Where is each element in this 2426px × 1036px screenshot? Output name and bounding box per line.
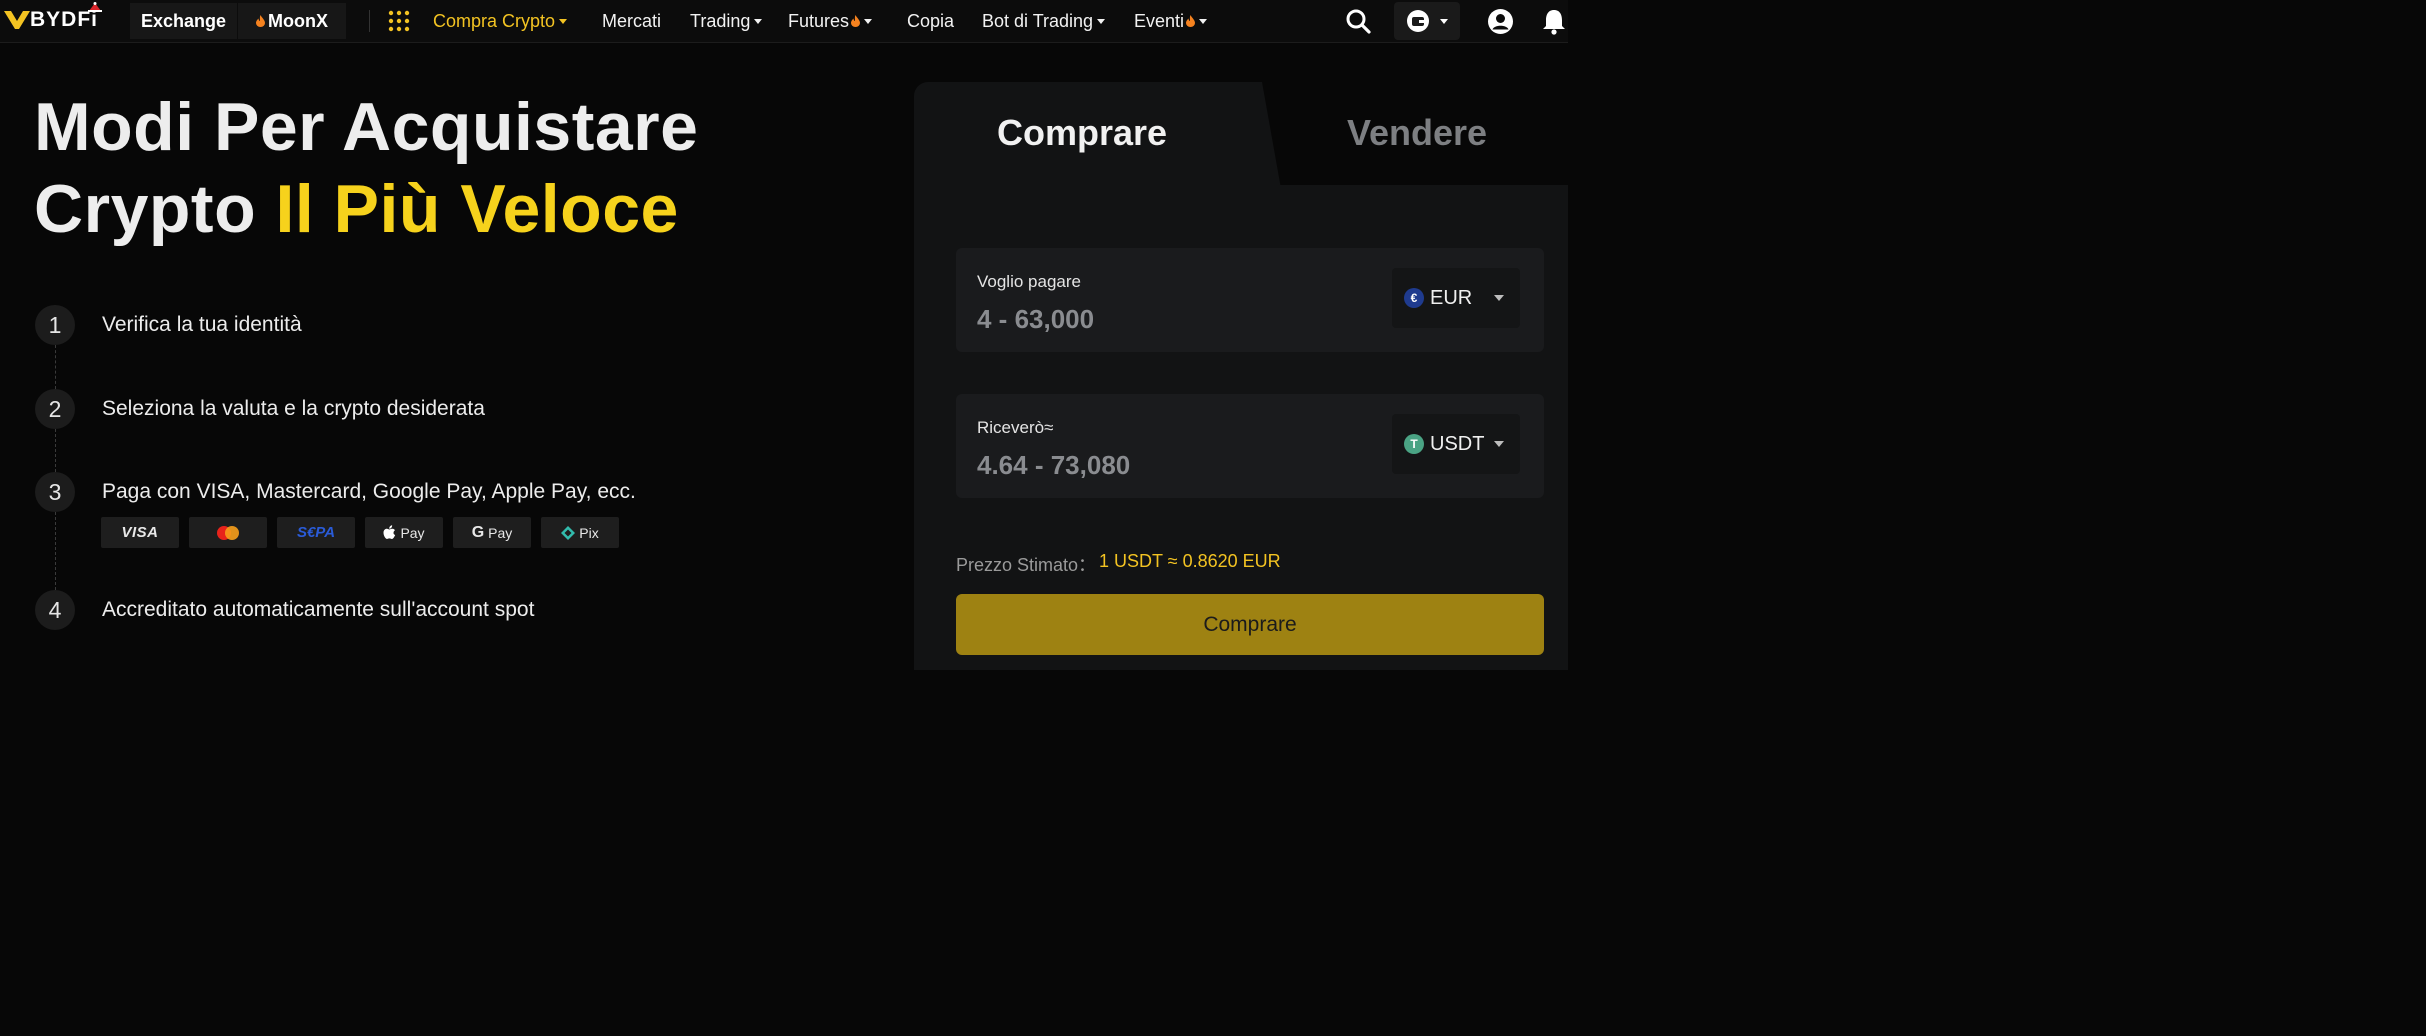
apps-grid-icon[interactable] bbox=[388, 10, 410, 32]
nav-eventi-label: Eventi bbox=[1134, 10, 1185, 31]
moonx-pill[interactable]: MoonX bbox=[238, 3, 346, 39]
step-connector bbox=[55, 512, 56, 590]
nav-futures-label: Futures bbox=[788, 10, 850, 31]
visa-label: VISA bbox=[121, 524, 159, 541]
pix-icon bbox=[561, 525, 576, 540]
step-3-text: Paga con VISA, Mastercard, Google Pay, A… bbox=[102, 480, 636, 503]
search-icon[interactable] bbox=[1345, 8, 1371, 34]
receive-currency-code: USDT bbox=[1430, 432, 1485, 455]
pay-amount-field[interactable]: Voglio pagare 4 - 63,000 € EUR bbox=[956, 248, 1544, 352]
step-2-number: 2 bbox=[35, 389, 75, 429]
nav-futures[interactable]: Futures bbox=[788, 0, 873, 42]
pix-label: Pix bbox=[579, 524, 599, 541]
step-connector bbox=[55, 429, 56, 472]
nav-copia-label: Copia bbox=[907, 10, 955, 31]
nav-compra-crypto[interactable]: Compra Crypto bbox=[433, 0, 568, 42]
estimated-price-value: 1 USDT ≈ 0.8620 EUR bbox=[1099, 551, 1281, 571]
apple-icon bbox=[383, 525, 396, 539]
estimated-price-label: Prezzo Stimato： bbox=[956, 555, 1097, 575]
nav-trading[interactable]: Trading bbox=[690, 0, 763, 42]
chevron-down-icon bbox=[1494, 441, 1504, 447]
top-navigation-bar: BYDFi Exchange MoonX Compra Crypto Merca… bbox=[0, 0, 1568, 43]
hero-line-2: Crypto Il Più Veloce bbox=[34, 168, 698, 250]
receive-amount-field[interactable]: Riceverò≈ 4.64 - 73,080 T USDT bbox=[956, 394, 1544, 498]
nav-mercati[interactable]: Mercati bbox=[602, 0, 661, 42]
flame-icon bbox=[256, 15, 265, 27]
step-2-text: Seleziona la valuta e la crypto desidera… bbox=[102, 397, 485, 420]
hero-line-2-highlight: Il Più Veloce bbox=[275, 171, 679, 247]
hero-heading: Modi Per Acquistare Crypto Il Più Veloce bbox=[34, 86, 698, 250]
nav-copia[interactable]: Copia bbox=[907, 0, 954, 42]
chevron-down-icon bbox=[864, 18, 873, 24]
mastercard-icon bbox=[217, 525, 239, 540]
sepa-label: S€PA bbox=[296, 524, 336, 541]
sepa-badge: S€PA bbox=[277, 517, 355, 548]
euro-coin-icon: € bbox=[1404, 288, 1424, 308]
step-4-number: 4 bbox=[35, 590, 75, 630]
santa-hat-icon bbox=[88, 2, 102, 12]
chevron-down-icon bbox=[1494, 295, 1504, 301]
mastercard-badge bbox=[189, 517, 267, 548]
chevron-down-icon bbox=[1097, 18, 1106, 24]
step-1-text: Verifica la tua identità bbox=[102, 313, 302, 336]
chevron-down-icon bbox=[754, 18, 763, 24]
step-4-text: Accreditato automaticamente sull'account… bbox=[102, 598, 535, 621]
tether-coin-icon: T bbox=[1404, 434, 1424, 454]
nav-compra-crypto-label: Compra Crypto bbox=[433, 10, 556, 31]
google-g-icon: G bbox=[471, 523, 485, 541]
bydfi-logo[interactable]: BYDFi bbox=[4, 2, 102, 34]
nav-trading-label: Trading bbox=[690, 10, 751, 31]
receive-field-label: Riceverò≈ bbox=[977, 418, 1054, 437]
pay-currency-select[interactable]: € EUR bbox=[1392, 268, 1520, 328]
exchange-label: Exchange bbox=[140, 10, 227, 31]
chevron-down-icon bbox=[1199, 18, 1208, 24]
pix-badge: Pix bbox=[541, 517, 619, 548]
flame-icon bbox=[1186, 15, 1196, 27]
apple-pay-label: Pay bbox=[400, 524, 425, 541]
tab-comprare[interactable]: Comprare bbox=[997, 112, 1167, 154]
step-1-number: 1 bbox=[35, 305, 75, 345]
nav-bot-label: Bot di Trading bbox=[982, 10, 1094, 31]
nav-eventi[interactable]: Eventi bbox=[1134, 0, 1208, 42]
nav-mercati-label: Mercati bbox=[602, 10, 662, 31]
bell-icon[interactable] bbox=[1540, 8, 1568, 35]
flame-icon bbox=[851, 15, 861, 27]
receive-amount-placeholder[interactable]: 4.64 - 73,080 bbox=[977, 450, 1130, 481]
chevron-down-icon bbox=[559, 18, 568, 24]
user-icon[interactable] bbox=[1487, 8, 1514, 35]
pay-amount-placeholder[interactable]: 4 - 63,000 bbox=[977, 304, 1094, 335]
google-pay-badge: G Pay bbox=[453, 517, 531, 548]
google-pay-label: Pay bbox=[488, 524, 513, 541]
chevron-down-icon bbox=[1440, 18, 1448, 24]
exchange-pill[interactable]: Exchange bbox=[130, 3, 237, 39]
tab-vendere[interactable]: Vendere bbox=[1347, 112, 1487, 154]
hero-line-2-plain: Crypto bbox=[34, 171, 276, 247]
logo-mark-icon bbox=[4, 11, 30, 29]
buy-button[interactable]: Comprare bbox=[956, 594, 1544, 655]
hero-line-1: Modi Per Acquistare bbox=[34, 89, 699, 165]
apple-pay-badge: Pay bbox=[365, 517, 443, 548]
visa-badge: VISA bbox=[101, 517, 179, 548]
nav-divider bbox=[369, 10, 370, 32]
pay-field-label: Voglio pagare bbox=[977, 272, 1081, 291]
receive-currency-select[interactable]: T USDT bbox=[1392, 414, 1520, 474]
step-3-number: 3 bbox=[35, 472, 75, 512]
step-connector bbox=[55, 345, 56, 389]
wallet-menu-button[interactable] bbox=[1394, 2, 1460, 40]
nav-bot-di-trading[interactable]: Bot di Trading bbox=[982, 0, 1106, 42]
wallet-icon bbox=[1407, 10, 1429, 32]
pay-currency-code: EUR bbox=[1430, 286, 1473, 309]
moonx-label: MoonX bbox=[268, 10, 328, 31]
